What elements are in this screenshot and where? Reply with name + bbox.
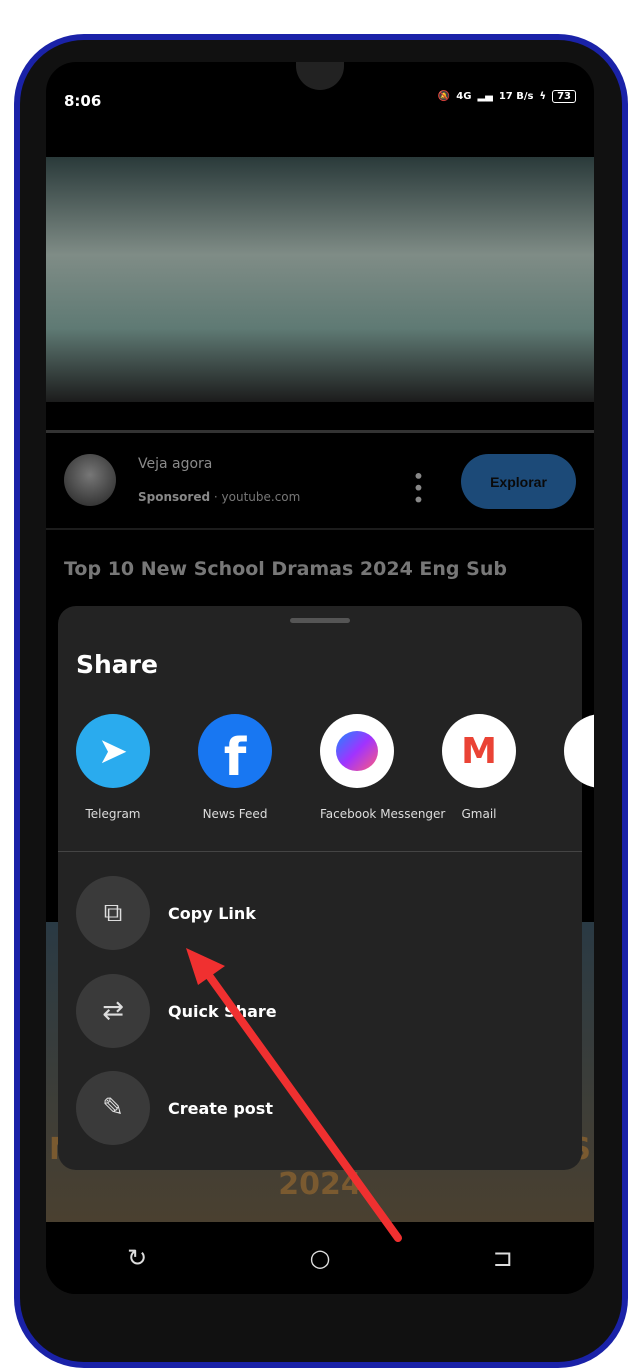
charging-icon: ϟ (539, 91, 547, 102)
explore-button[interactable]: Explorar (461, 454, 576, 509)
back-button[interactable]: ⊐ (493, 1244, 513, 1272)
gmail-icon: M (442, 714, 516, 788)
ad-domain: · youtube.com (213, 490, 301, 504)
share-app-list: ➤ Telegram f News Feed Facebook Messenger … (76, 714, 594, 826)
messages-icon (564, 714, 594, 788)
net-speed: 17 B/s (498, 91, 534, 102)
ad-title: Veja agora (138, 456, 213, 472)
sponsored-label: Sponsored (138, 490, 211, 504)
create-post-button[interactable]: ✎ Create post (76, 1071, 556, 1145)
clock: 8:06 (64, 92, 102, 110)
share-app-news-feed[interactable]: f News Feed (198, 714, 272, 826)
telegram-icon: ➤ (76, 714, 150, 788)
video-title[interactable]: Top 10 New School Dramas 2024 Eng Sub (64, 558, 507, 580)
edit-icon: ✎ (76, 1071, 150, 1145)
navigation-bar: ↻ ○ ⊐ (46, 1222, 594, 1294)
home-button[interactable]: ○ (310, 1244, 331, 1272)
share-app-gmail[interactable]: M Gmail (442, 714, 516, 826)
signal-icon: ▂▄ (477, 91, 493, 102)
status-bar: 8:06 🔕 4G ▂▄ 17 B/s ϟ 73 (46, 62, 594, 122)
recent-apps-button[interactable]: ↻ (127, 1244, 147, 1272)
video-progress-bar[interactable] (46, 430, 594, 433)
sponsored-ad: Veja agora Sponsored · youtube.com ••• E… (46, 450, 594, 530)
screen: 8:06 🔕 4G ▂▄ 17 B/s ϟ 73 Veja agora Spon… (46, 62, 594, 1294)
quick-share-icon: ⇄ (76, 974, 150, 1048)
video-player[interactable] (46, 157, 594, 402)
divider (58, 851, 582, 852)
more-options-icon[interactable]: ••• (406, 470, 430, 505)
facebook-icon: f (198, 714, 272, 788)
share-app-more[interactable]: M (564, 714, 594, 826)
share-title: Share (76, 650, 158, 679)
avatar[interactable] (64, 454, 116, 506)
network-type: 4G (456, 91, 472, 102)
mute-icon: 🔕 (437, 91, 451, 102)
camera-notch (296, 62, 344, 90)
copy-link-button[interactable]: ⧉ Copy Link (76, 876, 556, 950)
messenger-icon (320, 714, 394, 788)
battery-level: 73 (552, 90, 576, 103)
share-sheet: Share ➤ Telegram f News Feed Facebook Mess… (58, 606, 594, 1170)
share-app-telegram[interactable]: ➤ Telegram (76, 714, 150, 826)
quick-share-button[interactable]: ⇄ Quick Share (76, 974, 556, 1048)
drag-handle[interactable] (290, 618, 350, 623)
share-app-messenger[interactable]: Facebook Messenger (320, 714, 445, 826)
copy-icon: ⧉ (76, 876, 150, 950)
